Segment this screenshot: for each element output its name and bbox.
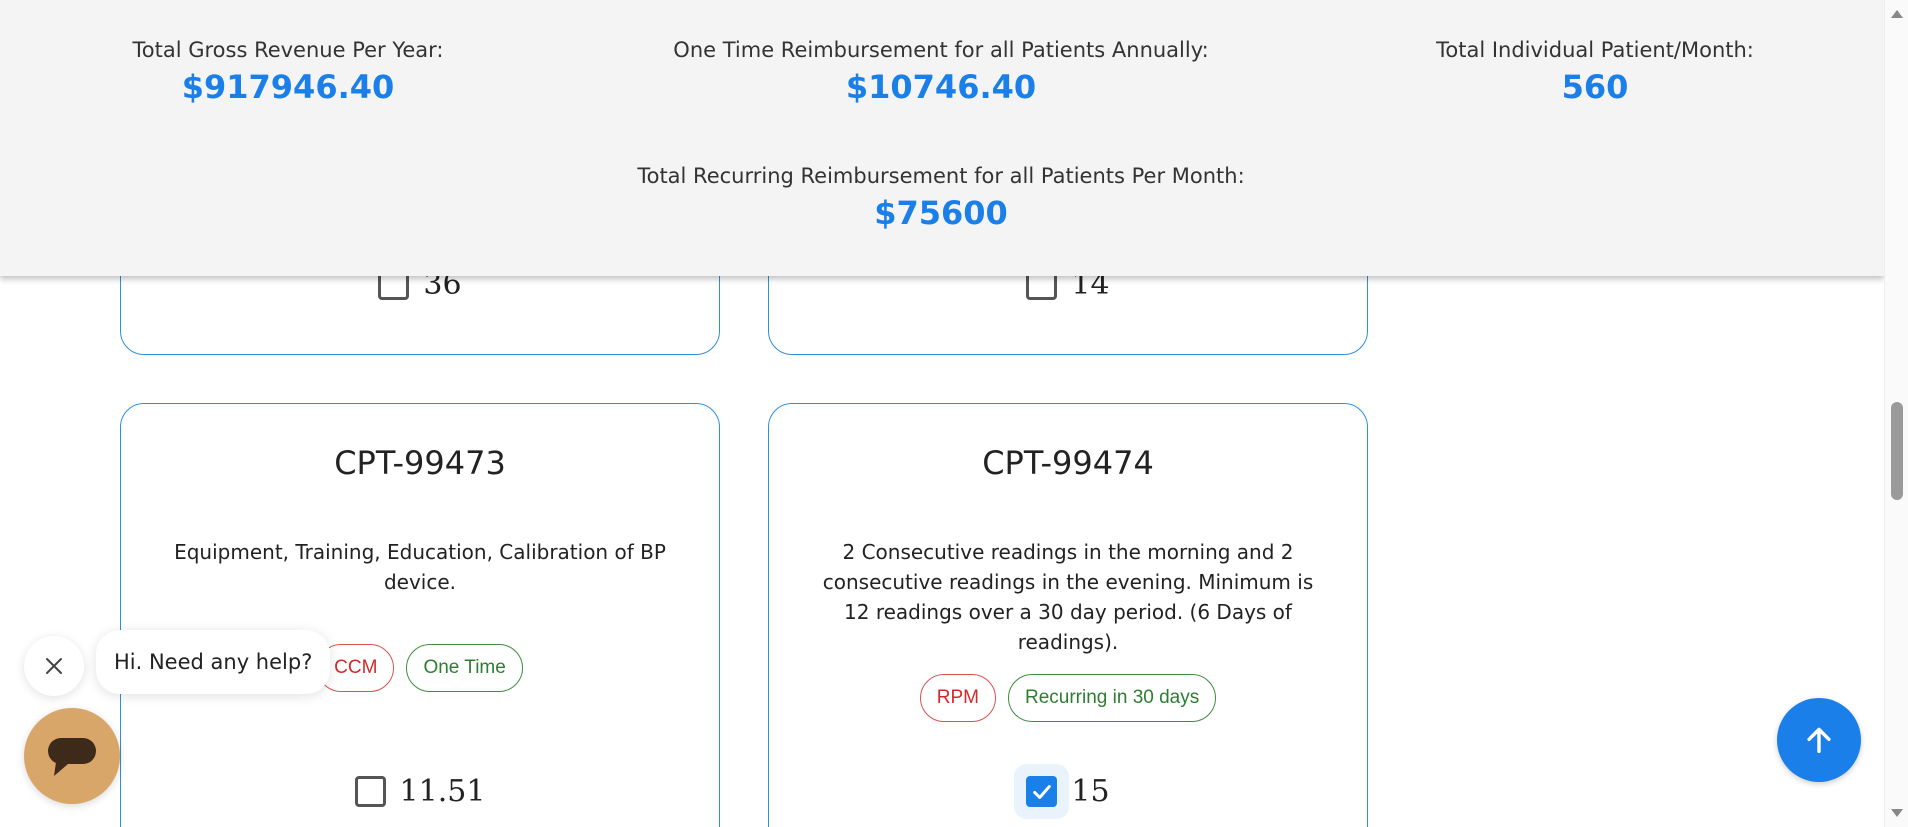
stat-value: $917946.40 [181,68,395,106]
stat-value: $75600 [874,194,1008,232]
card-description: Equipment, Training, Education, Calibrat… [174,540,666,594]
stat-one-time: One Time Reimbursement for all Patients … [673,38,1208,106]
tag-frequency: One Time [406,644,523,692]
card-value: 11.51 [399,774,486,809]
card-checkbox[interactable] [1026,776,1058,807]
card-title: CPT-99474 [982,444,1154,482]
stat-label: Total Individual Patient/Month: [1436,38,1754,62]
arrow-up-icon [1807,727,1831,754]
chat-close-button[interactable] [24,636,84,696]
chat-greeting-bubble[interactable]: Hi. Need any help? [96,630,331,694]
summary-panel: Total Gross Revenue Per Year: $917946.40… [0,0,1884,276]
stat-recurring: Total Recurring Reimbursement for all Pa… [637,164,1244,232]
chat-launcher-button[interactable] [24,708,120,804]
card-title: CPT-99473 [334,444,506,482]
stat-gross-revenue: Total Gross Revenue Per Year: $917946.40 [132,38,443,106]
card-tags: RPM Recurring in 30 days [769,674,1367,722]
tag-frequency: Recurring in 30 days [1007,674,1217,722]
stat-patients-month: Total Individual Patient/Month: 560 [1436,38,1754,106]
chat-bubble-icon [48,738,96,776]
stat-label: Total Gross Revenue Per Year: [132,38,444,62]
card-checkbox-row: 15 [769,774,1367,809]
card-description: 2 Consecutive readings in the morning an… [822,540,1314,654]
card-cpt-99474: CPT-99474 2 Consecutive readings in the … [768,403,1368,827]
scroll-down-arrow-icon[interactable] [1891,809,1903,817]
card-checkbox[interactable] [354,776,386,807]
back-to-top-button[interactable] [1777,698,1861,782]
checkmark-icon [1033,784,1051,799]
stat-value: $10746.40 [845,68,1037,106]
card-value: 15 [1071,774,1110,809]
card-cpt-99473: CPT-99473 Equipment, Training, Education… [120,403,720,827]
scroll-up-arrow-icon[interactable] [1891,10,1903,18]
stat-label: Total Recurring Reimbursement for all Pa… [637,164,1245,188]
page-viewport: 36 14 CPT-99473 Equipment, Training, Edu… [0,0,1908,827]
scrollbar-thumb[interactable] [1891,402,1903,500]
tag-category: RPM [919,674,996,722]
card-checkbox-row: 11.51 [121,774,719,809]
vertical-scrollbar[interactable] [1884,0,1908,827]
stat-label: One Time Reimbursement for all Patients … [673,38,1209,62]
close-icon [46,658,62,674]
stat-value: 560 [1561,68,1629,106]
